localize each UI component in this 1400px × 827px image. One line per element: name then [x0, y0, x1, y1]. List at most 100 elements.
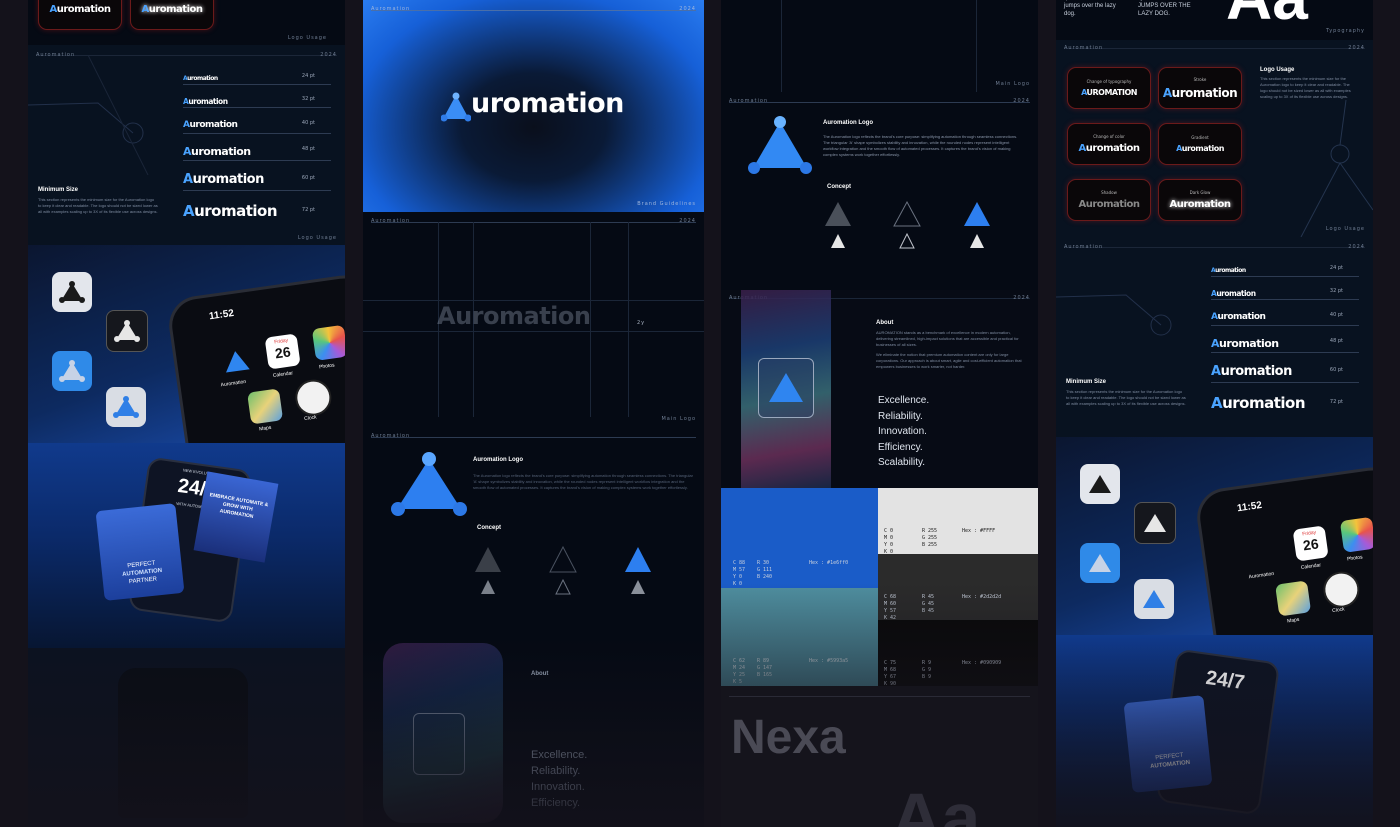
- app-icon-dark: [106, 310, 148, 352]
- logo-usage-strip: Auromation Auromation Logo Usage: [28, 0, 345, 45]
- app-label: Photos: [318, 362, 336, 371]
- about-paragraph-1: AUROMATION stands as a benchmark of exce…: [876, 330, 1019, 347]
- poster-panel: NEW EVOLUTION 24/7 WITH AUTOMATION PERFE…: [28, 443, 345, 648]
- minimum-size-panel: Auromation 2024 Auromation 24 pt Auromat…: [28, 45, 345, 245]
- glyph-sample: Aa: [891, 779, 981, 827]
- minimum-size-panel: Auromation 2024 Auromation 24 pt Auromat…: [1056, 237, 1373, 437]
- app-icon-panel: 11:52 Auromation Friday 26 Calendar Phot…: [1056, 437, 1373, 635]
- wordmark-text: uromation: [471, 88, 624, 119]
- meta-left: Auromation: [371, 433, 411, 439]
- swatch-gray: C 68 M 60 Y 57 K 42 R 45 G 45 B 45 Hex :…: [878, 554, 1038, 621]
- logo-mark-large-icon: [391, 452, 467, 516]
- footer-label: Logo Usage: [287, 35, 327, 41]
- logo-usage-panel: Auromation 2024 Change of typography AUR…: [1056, 40, 1373, 237]
- swatch-teal: C 62 M 24 Y 25 K 5 R 89 G 147 B 165 Hex …: [721, 588, 878, 686]
- calendar-app: Friday 26: [264, 333, 301, 370]
- meta-left: Auromation: [371, 218, 411, 224]
- logo-glass-tile: [413, 713, 465, 775]
- logo-40: Auromation: [183, 120, 238, 130]
- logo-60: Auromation: [183, 172, 264, 187]
- usage-card: Auromation: [38, 0, 122, 30]
- values-list: Excellence. Reliability. Innovation. Eff…: [878, 393, 929, 471]
- pangram-upper: QUICK BROWN FOX JUMPS OVER THE LAZY DOG.: [1138, 0, 1196, 17]
- calendar-app: Friday 26: [1292, 525, 1329, 562]
- logo-description: The Auromation logo reflects the brand's…: [473, 473, 693, 490]
- logo-mark-icon: [1144, 514, 1166, 532]
- usage-card: Gradient Auromation: [1158, 123, 1242, 165]
- hero-panel: Auromation 2024 uromation Brand Guidelin…: [363, 0, 704, 212]
- logo-mark-icon: [441, 92, 471, 122]
- pangram-lower: quick brown fox jumps over the lazy dog.: [1064, 0, 1116, 17]
- meta-right: 2024: [1013, 295, 1030, 301]
- logo-24: Auromation: [183, 75, 218, 82]
- auromation-app: [221, 347, 253, 379]
- decor-lines: [28, 55, 149, 175]
- logo-description: The Auromation logo reflects the brand's…: [823, 134, 1018, 157]
- decor-lines: [1056, 294, 1172, 336]
- footer-label: Main Logo: [661, 416, 696, 422]
- logo-mark-icon: [1089, 554, 1111, 572]
- minimum-size-body: This section represents the minimum size…: [38, 197, 158, 214]
- app-icon-light: [1080, 464, 1120, 504]
- meta-right: 2024: [1348, 244, 1365, 250]
- app-icon-blue: [1080, 543, 1120, 583]
- value-item: Innovation.: [878, 426, 927, 437]
- phone-mockup: 11:52 Auromation Friday 26 Calendar Phot…: [165, 271, 345, 443]
- logo-32: Auromation: [183, 97, 228, 106]
- meta-right: 2024: [1013, 98, 1030, 104]
- logo-mark-icon: [1089, 475, 1111, 493]
- phone-time: 11:52: [208, 307, 235, 323]
- about-title: About: [531, 671, 549, 677]
- column-4: quick brown fox jumps over the lazy dog.…: [1056, 0, 1373, 827]
- logo-mark-icon: [114, 320, 140, 342]
- color-palette-panel: C 88 M 57 Y 0 K 0 R 30 G 111 B 240 Hex :…: [721, 488, 1038, 686]
- typography-panel-dim: Nexa Aa: [721, 686, 1038, 827]
- meta-left: Auromation: [371, 6, 411, 12]
- value-item: Scalability.: [878, 457, 926, 468]
- footer-label: Typography: [1325, 28, 1365, 34]
- glyph-sample: Aa: [1226, 0, 1308, 34]
- pt-label: 72 pt: [301, 207, 315, 213]
- footer-label: Logo Usage: [1325, 226, 1365, 232]
- app-icon-white-blue: [1134, 579, 1174, 619]
- phone-mockup: 11:52 Auromation Friday 26 Calendar Phot…: [1193, 463, 1373, 635]
- pt-label: 24 pt: [301, 73, 315, 79]
- usage-card: Stroke Auromation: [1158, 67, 1242, 109]
- usage-card: Change of typography AUROMATION: [1067, 67, 1151, 109]
- meta-right: 2024: [679, 6, 696, 12]
- swatch-black: C 75 M 68 Y 67 K 90 R 9 G 9 B 9 Hex : #0…: [878, 620, 1038, 686]
- meta-right: 2024: [679, 218, 696, 224]
- main-logo-panel: Auromation 2024 Auromation 2y Main Logo: [363, 212, 704, 427]
- minimum-size-title: Minimum Size: [1066, 379, 1107, 385]
- concept-panel: Auromation Auromation Logo The Auromatio…: [363, 427, 704, 637]
- concept-panel: Auromation 2024 Auromation Logo The Auro…: [721, 92, 1038, 290]
- app-icon-light: [52, 272, 92, 312]
- concept-title: Concept: [827, 184, 851, 190]
- tshirt-panel: [28, 648, 345, 827]
- column-1: Auromation Auromation Logo Usage Auromat…: [28, 0, 345, 827]
- app-icon-blue: [52, 351, 92, 391]
- usage-card: Auromation: [130, 0, 214, 30]
- app-icon-white-blue: [106, 387, 146, 427]
- logo-title: Auromation Logo: [823, 120, 873, 126]
- poster-card-2: EMBRACE AUTOMATE & GROW WITH AUROMATION: [193, 471, 279, 563]
- minimum-size-title: Minimum Size: [38, 187, 79, 193]
- pt-label: 32 pt: [301, 96, 315, 102]
- app-label: Maps: [258, 424, 272, 433]
- logo-mark-icon: [59, 360, 85, 382]
- clock-app: [293, 377, 334, 418]
- usage-card: Change of color Auromation: [1067, 123, 1151, 165]
- about-panel-dim: About Excellence. Reliability. Innovation.…: [363, 637, 704, 827]
- column-2: Auromation 2024 uromation Brand Guidelin…: [363, 0, 704, 827]
- maps-app: [247, 388, 284, 425]
- maps-app: [1275, 580, 1312, 617]
- photos-app: [311, 324, 345, 361]
- about-title: About: [876, 320, 894, 326]
- usage-card: Dark Glow Auromation: [1158, 179, 1242, 221]
- logo-mark-icon: [113, 396, 139, 418]
- footer-label: Brand Guidelines: [637, 201, 696, 207]
- concept-icons: [475, 545, 651, 595]
- logo-glass-tile: [758, 358, 814, 418]
- logo-title: Auromation Logo: [473, 457, 523, 463]
- footer-label: Logo Usage: [297, 235, 337, 241]
